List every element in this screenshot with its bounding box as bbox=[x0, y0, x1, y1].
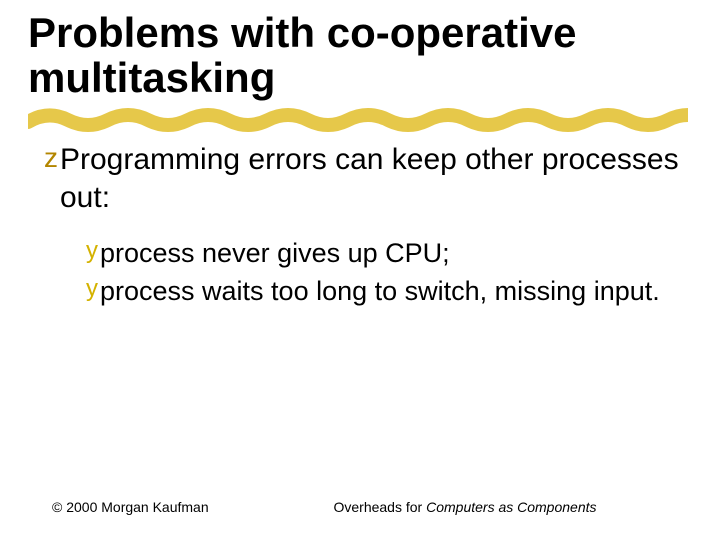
content-area: z Programming errors can keep other proc… bbox=[28, 141, 692, 309]
sub-bullet: y process waits too long to switch, miss… bbox=[86, 274, 692, 309]
sub-bullet-text: process waits too long to switch, missin… bbox=[100, 274, 660, 309]
main-bullet: z Programming errors can keep other proc… bbox=[44, 141, 692, 218]
slide: Problems with co-operative multitasking … bbox=[0, 0, 720, 540]
bullet-icon: y bbox=[86, 236, 98, 266]
footer-copyright: © 2000 Morgan Kaufman bbox=[0, 499, 210, 517]
bullet-icon: y bbox=[86, 274, 98, 304]
footer-center-prefix: Overheads for bbox=[333, 499, 426, 515]
footer: © 2000 Morgan Kaufman Overheads for Comp… bbox=[0, 499, 720, 517]
main-bullet-text: Programming errors can keep other proces… bbox=[60, 141, 692, 218]
slide-title: Problems with co-operative multitasking bbox=[28, 10, 692, 101]
sub-bullet-text: process never gives up CPU; bbox=[100, 236, 450, 271]
underline-squiggle-icon bbox=[28, 106, 688, 134]
footer-center: Overheads for Computers as Components bbox=[210, 499, 720, 517]
sub-bullet: y process never gives up CPU; bbox=[86, 236, 692, 271]
sub-bullet-list: y process never gives up CPU; y process … bbox=[44, 236, 692, 309]
footer-center-italic: Computers as Components bbox=[426, 499, 596, 515]
bullet-icon: z bbox=[44, 141, 58, 175]
title-block: Problems with co-operative multitasking bbox=[28, 10, 692, 101]
